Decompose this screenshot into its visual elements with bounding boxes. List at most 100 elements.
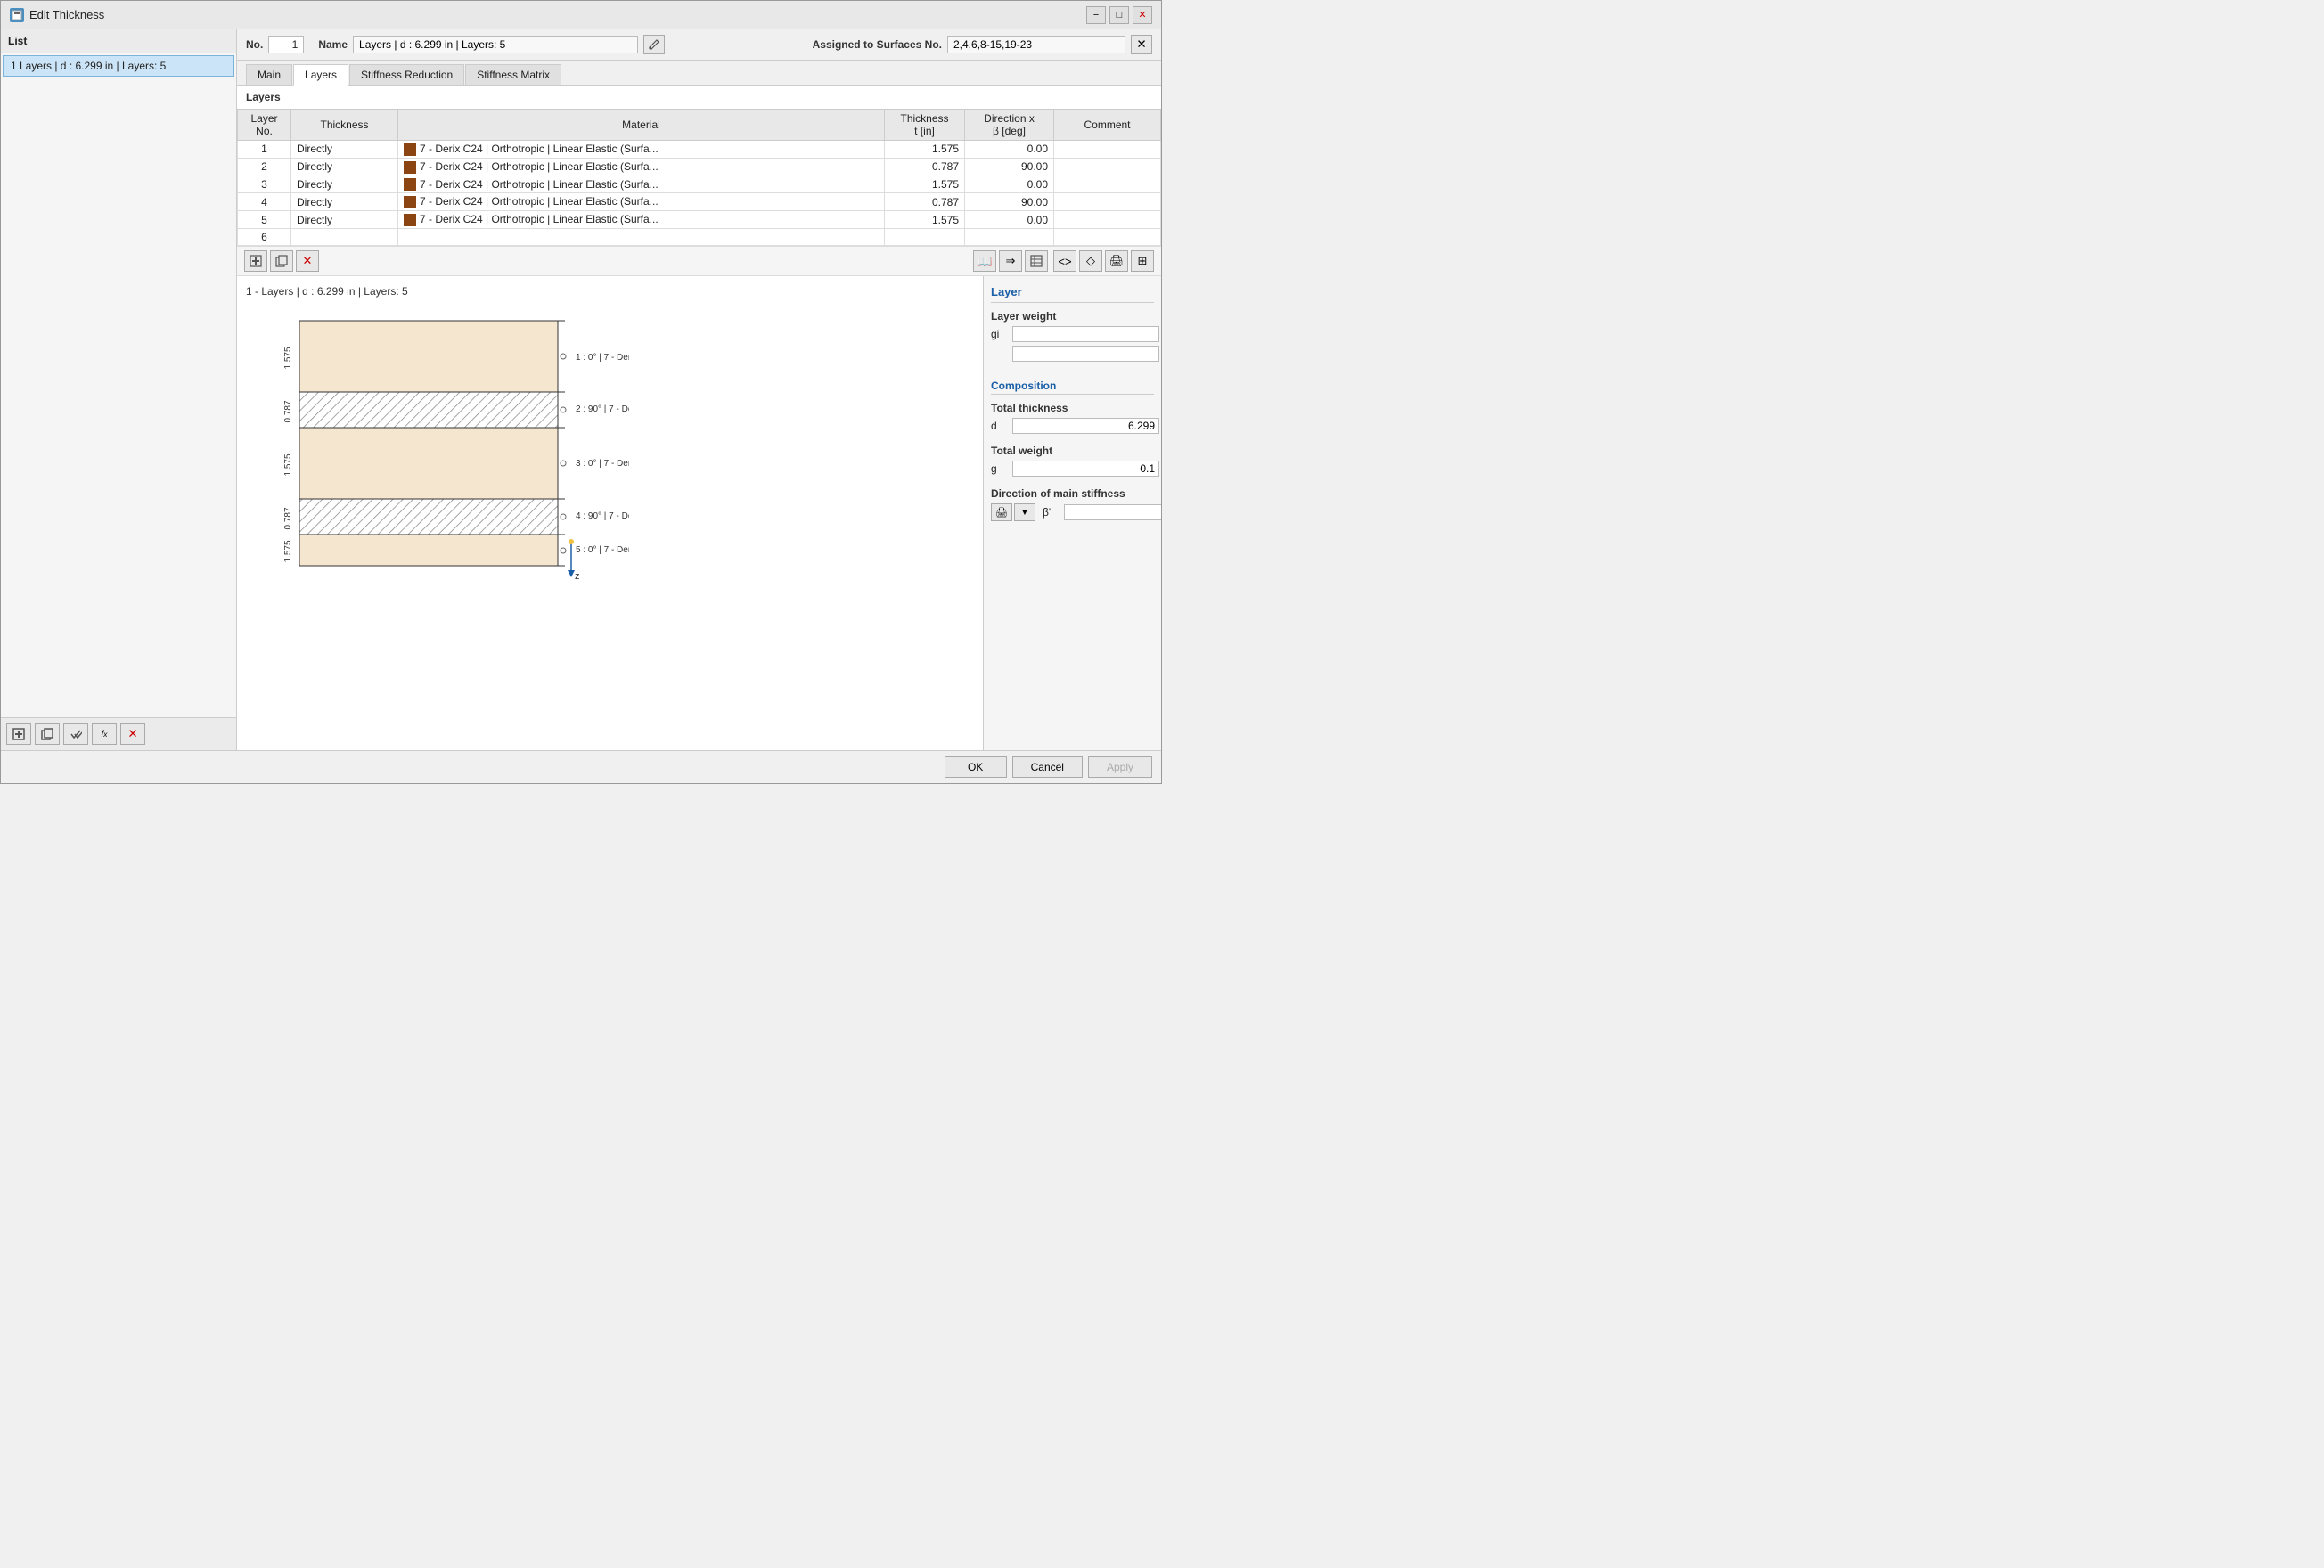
cell-t: 1.575 bbox=[885, 211, 965, 229]
col-t: Thicknesst [in] bbox=[885, 110, 965, 141]
layer-diagram-svg: 1.575 0.787 1.575 0.787 1.575 bbox=[246, 303, 629, 579]
table-row[interactable]: 3Directly7 - Derix C24 | Orthotropic | L… bbox=[238, 176, 1161, 193]
cell-beta: 0.00 bbox=[965, 141, 1054, 159]
view-btn-1[interactable]: <> bbox=[1053, 250, 1076, 272]
close-button[interactable]: ✕ bbox=[1133, 6, 1152, 24]
d-input[interactable] bbox=[1012, 418, 1159, 434]
minimize-button[interactable]: − bbox=[1086, 6, 1106, 24]
delete-item-button[interactable]: ✕ bbox=[120, 723, 145, 745]
app-icon bbox=[10, 8, 24, 22]
direction-section: Direction of main stiffness 🖨 ▼ β' [deg] bbox=[991, 487, 1154, 525]
toolbar-right: 📖 ⇒ <> ◇ 🖨 ⊞ bbox=[973, 250, 1154, 272]
gi-row2: [lbf/in²] bbox=[991, 346, 1154, 362]
cell-thickness: Directly bbox=[291, 176, 398, 193]
toolbar-left: ✕ bbox=[244, 250, 319, 272]
svg-text:1 : 0° | 7 - Derix C24 | Orth: 1 : 0° | 7 - Derix C24 | Orthotropic | L… bbox=[576, 353, 629, 363]
print-view-button[interactable]: 🖨 bbox=[1105, 250, 1128, 272]
arrow-button[interactable]: ⇒ bbox=[999, 250, 1022, 272]
sidebar-item-1[interactable]: 1 Layers | d : 6.299 in | Layers: 5 bbox=[3, 55, 234, 77]
material-color-swatch bbox=[404, 143, 416, 156]
d-label: d bbox=[991, 420, 1009, 432]
name-field-group: Name bbox=[318, 35, 665, 54]
gi-input2[interactable] bbox=[1012, 346, 1159, 362]
no-label: No. bbox=[246, 38, 263, 51]
view-btn-2[interactable]: ◇ bbox=[1079, 250, 1102, 272]
gi-input[interactable] bbox=[1012, 326, 1159, 342]
table-edit-button[interactable] bbox=[1025, 250, 1048, 272]
ok-button[interactable]: OK bbox=[945, 756, 1007, 778]
cell-beta bbox=[965, 229, 1054, 246]
table-row[interactable]: 6 bbox=[238, 229, 1161, 246]
sidebar: List 1 Layers | d : 6.299 in | Layers: 5… bbox=[1, 29, 237, 750]
tab-stiffness-matrix[interactable]: Stiffness Matrix bbox=[465, 64, 561, 85]
grid-button[interactable]: ⊞ bbox=[1131, 250, 1154, 272]
cell-layer-no: 4 bbox=[238, 193, 291, 211]
cell-material: 7 - Derix C24 | Orthotropic | Linear Ela… bbox=[398, 158, 885, 176]
g-input[interactable] bbox=[1012, 461, 1159, 477]
cell-layer-no: 3 bbox=[238, 176, 291, 193]
layers-table: LayerNo. Thickness Material Thicknesst [… bbox=[237, 109, 1161, 246]
name-label: Name bbox=[318, 38, 348, 51]
delete-row-button[interactable]: ✕ bbox=[296, 250, 319, 272]
tab-stiffness-reduction[interactable]: Stiffness Reduction bbox=[349, 64, 464, 85]
svg-text:5 : 0° | 7 - Derix C24 | Orth: 5 : 0° | 7 - Derix C24 | Orthotropic | L… bbox=[576, 545, 629, 555]
beta-row: 🖨 ▼ β' [deg] bbox=[991, 503, 1154, 521]
cell-beta: 90.00 bbox=[965, 193, 1054, 211]
name-input[interactable] bbox=[353, 36, 638, 53]
tab-bar: Main Layers Stiffness Reduction Stiffnes… bbox=[237, 61, 1161, 86]
no-field-group: No. 1 bbox=[246, 36, 304, 53]
cell-t: 0.787 bbox=[885, 193, 965, 211]
apply-button[interactable]: Apply bbox=[1088, 756, 1152, 778]
table-row[interactable]: 1Directly7 - Derix C24 | Orthotropic | L… bbox=[238, 141, 1161, 159]
cell-thickness: Directly bbox=[291, 158, 398, 176]
tab-content: Layers LayerNo. Thickness Material Thick… bbox=[237, 86, 1161, 750]
material-color-swatch bbox=[404, 178, 416, 191]
calc-item-button[interactable]: fx bbox=[92, 723, 117, 745]
cell-layer-no: 5 bbox=[238, 211, 291, 229]
cell-thickness: Directly bbox=[291, 193, 398, 211]
tab-main[interactable]: Main bbox=[246, 64, 292, 85]
print-direction-button[interactable]: 🖨 bbox=[991, 503, 1012, 521]
window-title: Edit Thickness bbox=[29, 8, 104, 21]
content-header: No. 1 Name Assigned to Surfaces No. ✕ bbox=[237, 29, 1161, 61]
dropdown-button[interactable]: ▼ bbox=[1014, 503, 1035, 521]
check-item-button[interactable] bbox=[63, 723, 88, 745]
beta-label: β' bbox=[1043, 506, 1060, 519]
total-thickness-label: Total thickness bbox=[991, 402, 1154, 414]
layer-panel: Layer Layer weight gi [lbf/in³] bbox=[983, 276, 1161, 750]
new-item-button[interactable] bbox=[6, 723, 31, 745]
add-row-button[interactable] bbox=[244, 250, 267, 272]
tab-layers[interactable]: Layers bbox=[293, 64, 348, 86]
book-button[interactable]: 📖 bbox=[973, 250, 996, 272]
cancel-button[interactable]: Cancel bbox=[1012, 756, 1083, 778]
material-color-swatch bbox=[404, 161, 416, 174]
copy-row-button[interactable] bbox=[270, 250, 293, 272]
direction-label: Direction of main stiffness bbox=[991, 487, 1154, 500]
beta-input[interactable] bbox=[1064, 504, 1161, 520]
edit-name-button[interactable] bbox=[643, 35, 665, 54]
footer: OK Cancel Apply bbox=[1, 750, 1161, 783]
cell-layer-no: 2 bbox=[238, 158, 291, 176]
main-area: List 1 Layers | d : 6.299 in | Layers: 5… bbox=[1, 29, 1161, 750]
copy-item-button[interactable] bbox=[35, 723, 60, 745]
cell-beta: 0.00 bbox=[965, 211, 1054, 229]
svg-text:1.575: 1.575 bbox=[283, 540, 293, 562]
g-row: g [lbf/in²] bbox=[991, 461, 1154, 477]
table-row[interactable]: 2Directly7 - Derix C24 | Orthotropic | L… bbox=[238, 158, 1161, 176]
table-row[interactable]: 4Directly7 - Derix C24 | Orthotropic | L… bbox=[238, 193, 1161, 211]
assigned-label: Assigned to Surfaces No. bbox=[813, 38, 942, 51]
assigned-input[interactable] bbox=[947, 36, 1125, 53]
table-row[interactable]: 5Directly7 - Derix C24 | Orthotropic | L… bbox=[238, 211, 1161, 229]
main-window: Edit Thickness − □ ✕ List 1 Layers | d :… bbox=[0, 0, 1162, 784]
assigned-edit-button[interactable]: ✕ bbox=[1131, 35, 1152, 54]
cell-comment bbox=[1054, 176, 1161, 193]
assigned-field-group: Assigned to Surfaces No. ✕ bbox=[813, 35, 1152, 54]
maximize-button[interactable]: □ bbox=[1109, 6, 1129, 24]
svg-text:4 : 90° | 7 - Derix C24 | Ort: 4 : 90° | 7 - Derix C24 | Orthotropic | … bbox=[576, 511, 629, 521]
material-color-swatch bbox=[404, 196, 416, 208]
composition-title: Composition bbox=[991, 380, 1154, 395]
cell-comment bbox=[1054, 141, 1161, 159]
svg-text:3 : 0° | 7 - Derix C24 | Orth: 3 : 0° | 7 - Derix C24 | Orthotropic | L… bbox=[576, 459, 629, 469]
weight-section2: Total weight g [lbf/in²] bbox=[991, 445, 1154, 480]
layers-table-wrapper: LayerNo. Thickness Material Thicknesst [… bbox=[237, 109, 1161, 246]
